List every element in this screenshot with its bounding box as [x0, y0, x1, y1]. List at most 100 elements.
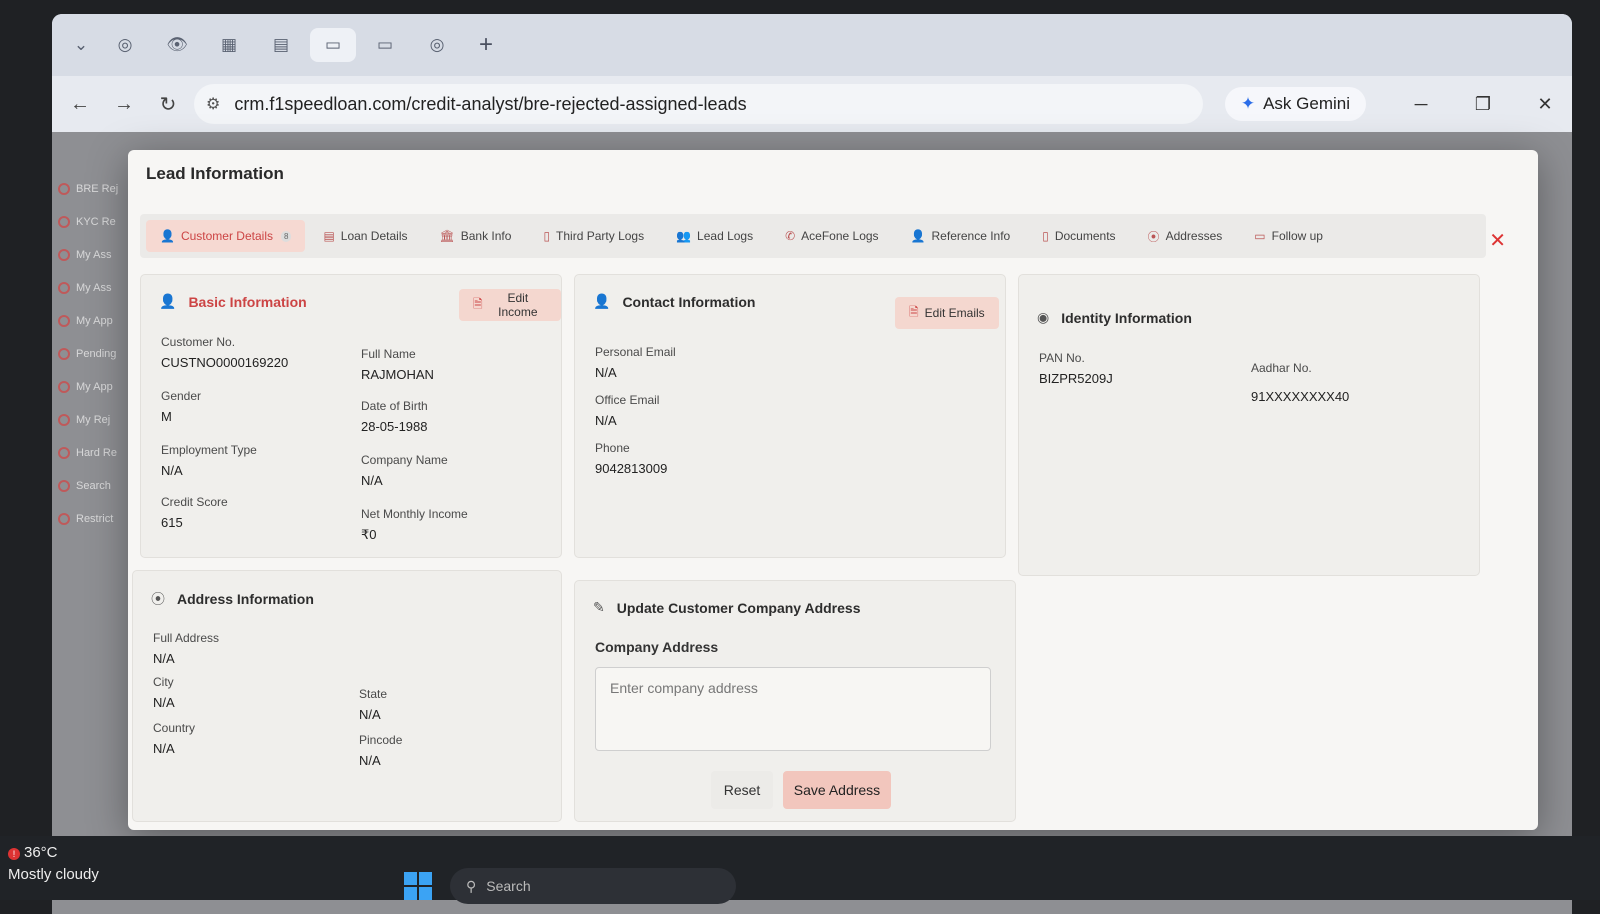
contact-information-card: 👤 Contact Information 🗎 Edit Emails Pers…	[574, 274, 1006, 558]
sidebar-dot-icon	[58, 380, 70, 393]
search-icon: ⚲	[466, 877, 477, 894]
chat-icon: ▭	[1254, 229, 1266, 243]
sidebar-item[interactable]: Restrict	[52, 502, 122, 535]
browser-window: ⌄ ◎ 👁 ▦ ▤ ▭ ▭ ◎ + ← → ↻ ⚙ crm.f1speedloa…	[52, 14, 1572, 914]
weather-description: Mostly cloudy	[8, 866, 99, 883]
dob-field: Date of Birth 28-05-1988	[361, 399, 428, 434]
sidebar-dot-icon	[58, 314, 70, 327]
close-window-icon[interactable]: ✕	[1518, 94, 1572, 115]
state-field: State N/A	[359, 687, 388, 722]
close-modal-icon[interactable]: ✕	[1489, 228, 1506, 253]
tab-lead-logs[interactable]: 👥 Lead Logs	[662, 220, 767, 252]
restore-icon[interactable]: ❐	[1456, 94, 1510, 115]
update-company-address-card: ✎ Update Customer Company Address Compan…	[574, 580, 1016, 822]
company-address-input[interactable]	[595, 667, 991, 751]
edit-income-button[interactable]: 🗎 Edit Income	[459, 289, 561, 321]
tab-addresses[interactable]: ⦿ Addresses	[1134, 220, 1237, 252]
sidebar-item[interactable]: My App	[52, 370, 122, 403]
browser-tab-active-icon[interactable]: ▭	[310, 28, 356, 62]
basic-information-card: 👤 Basic Information 🗎 Edit Income Custom…	[140, 274, 562, 558]
modal-title: Lead Information	[146, 164, 284, 183]
sidebar-dot-icon	[58, 347, 70, 360]
contact-information-heading: 👤 Contact Information	[593, 293, 756, 310]
credit-score-field: Credit Score 615	[161, 495, 228, 530]
browser-tab-globe-icon-2[interactable]: ◎	[414, 28, 460, 62]
sidebar-dot-icon	[58, 248, 70, 261]
aadhar-field: Aadhar No. 91XXXXXXXX40	[1251, 361, 1350, 404]
weather-widget[interactable]: ! 36°C Mostly cloudy	[8, 842, 99, 886]
country-field: Country N/A	[153, 721, 196, 756]
browser-tab-app-icon[interactable]: ▦	[206, 28, 252, 62]
personal-email-field: Personal Email N/A	[595, 345, 676, 380]
file-icon: ▯	[1042, 229, 1049, 243]
edit-document-icon: 🗎	[473, 296, 483, 311]
windows-taskbar: ! 36°C Mostly cloudy ⚲ Search	[0, 836, 1600, 904]
identity-information-card: ◉ Identity Information PAN No. BIZPR5209J…	[1018, 274, 1480, 576]
user-icon: 👤	[593, 293, 611, 309]
tab-bank-info[interactable]: 🏛 Bank Info	[426, 220, 526, 252]
pencil-icon: ✎	[593, 599, 605, 615]
user-icon: 👤	[159, 293, 177, 309]
tab-customer-details[interactable]: 👤 Customer Details 8	[146, 220, 306, 252]
reload-icon[interactable]: ↻	[150, 86, 186, 122]
sidebar-item[interactable]: My Rej	[52, 403, 122, 436]
company-name-field: Company Name N/A	[361, 453, 448, 488]
save-address-button[interactable]: Save Address	[783, 771, 891, 809]
edit-emails-button[interactable]: 🗎 Edit Emails	[895, 297, 999, 329]
browser-tab-eye-icon[interactable]: 👁	[154, 28, 200, 62]
tab-strip: ⌄ ◎ 👁 ▦ ▤ ▭ ▭ ◎ +	[52, 14, 1572, 76]
tab-list-chevron-icon[interactable]: ⌄	[66, 28, 96, 62]
file-icon: ▯	[543, 229, 551, 243]
address-information-card: ⦿ Address Information Full Address N/A Ci…	[132, 570, 562, 822]
sidebar-item[interactable]: Hard Re	[52, 436, 122, 469]
full-name-field: Full Name RAJMOHAN	[361, 347, 434, 382]
url-text: crm.f1speedloan.com/credit-analyst/bre-r…	[234, 93, 747, 114]
sidebar-item[interactable]: My App	[52, 304, 122, 337]
browser-tab-globe-icon[interactable]: ◎	[102, 28, 148, 62]
tab-reference-info[interactable]: 👤 Reference Info	[897, 220, 1025, 252]
sidebar-item[interactable]: Search	[52, 469, 122, 502]
weather-alert-icon: !	[8, 848, 20, 860]
identity-information-heading: ◉ Identity Information	[1037, 309, 1192, 326]
windows-start-icon[interactable]	[404, 872, 432, 900]
tab-third-party-logs[interactable]: ▯ Third Party Logs	[529, 220, 658, 252]
minimize-icon[interactable]: ─	[1394, 94, 1448, 115]
company-address-label: Company Address	[595, 639, 719, 655]
tab-loan-details[interactable]: ▤ Loan Details	[309, 220, 421, 252]
tab-follow-up[interactable]: ▭ Follow up	[1240, 220, 1337, 252]
employment-type-field: Employment Type N/A	[161, 443, 257, 478]
back-arrow-icon[interactable]: ←	[62, 86, 98, 122]
pincode-field: Pincode N/A	[359, 733, 403, 768]
address-information-heading: ⦿ Address Information	[151, 591, 314, 607]
browser-tab-app-icon-2[interactable]: ▭	[362, 28, 408, 62]
full-address-field: Full Address N/A	[153, 631, 220, 666]
customer-no-field: Customer No. CUSTNO0000169220	[161, 335, 289, 370]
sidebar-dot-icon	[58, 479, 70, 492]
map-pin-icon: ⦿	[151, 591, 165, 607]
edit-document-icon: 🗎	[909, 304, 919, 319]
site-settings-icon[interactable]: ⚙	[206, 94, 220, 114]
tab-acefone-logs[interactable]: ✆ AceFone Logs	[771, 220, 892, 252]
ask-gemini-button[interactable]: ✦ Ask Gemini	[1224, 87, 1366, 121]
sidebar-item[interactable]: KYC Re	[52, 205, 122, 238]
browser-tab-chart-icon[interactable]: ▤	[258, 28, 304, 62]
pan-field: PAN No. BIZPR5209J	[1039, 351, 1113, 386]
ask-gemini-label: Ask Gemini	[1263, 94, 1350, 113]
sidebar-item[interactable]: My Ass	[52, 238, 122, 271]
phone-icon: ✆	[785, 229, 796, 243]
taskbar-search[interactable]: ⚲ Search	[450, 868, 736, 904]
sidebar-item[interactable]: Pending	[52, 337, 122, 370]
update-company-address-heading: ✎ Update Customer Company Address	[593, 599, 861, 616]
forward-arrow-icon[interactable]: →	[106, 86, 142, 122]
tab-badge: 8	[280, 230, 292, 242]
sidebar-item[interactable]: My Ass	[52, 271, 122, 304]
reset-button[interactable]: Reset	[711, 771, 773, 809]
address-bar[interactable]: ⚙ crm.f1speedloan.com/credit-analyst/bre…	[194, 84, 1203, 124]
new-tab-button[interactable]: +	[466, 31, 506, 59]
phone-field: Phone 9042813009	[595, 441, 668, 476]
sidebar-dot-icon	[58, 413, 70, 426]
sidebar-item[interactable]: BRE Rej	[52, 172, 122, 205]
tab-documents[interactable]: ▯ Documents	[1028, 220, 1129, 252]
browser-toolbar: ← → ↻ ⚙ crm.f1speedloan.com/credit-analy…	[52, 76, 1572, 132]
sidebar-dot-icon	[58, 446, 70, 459]
